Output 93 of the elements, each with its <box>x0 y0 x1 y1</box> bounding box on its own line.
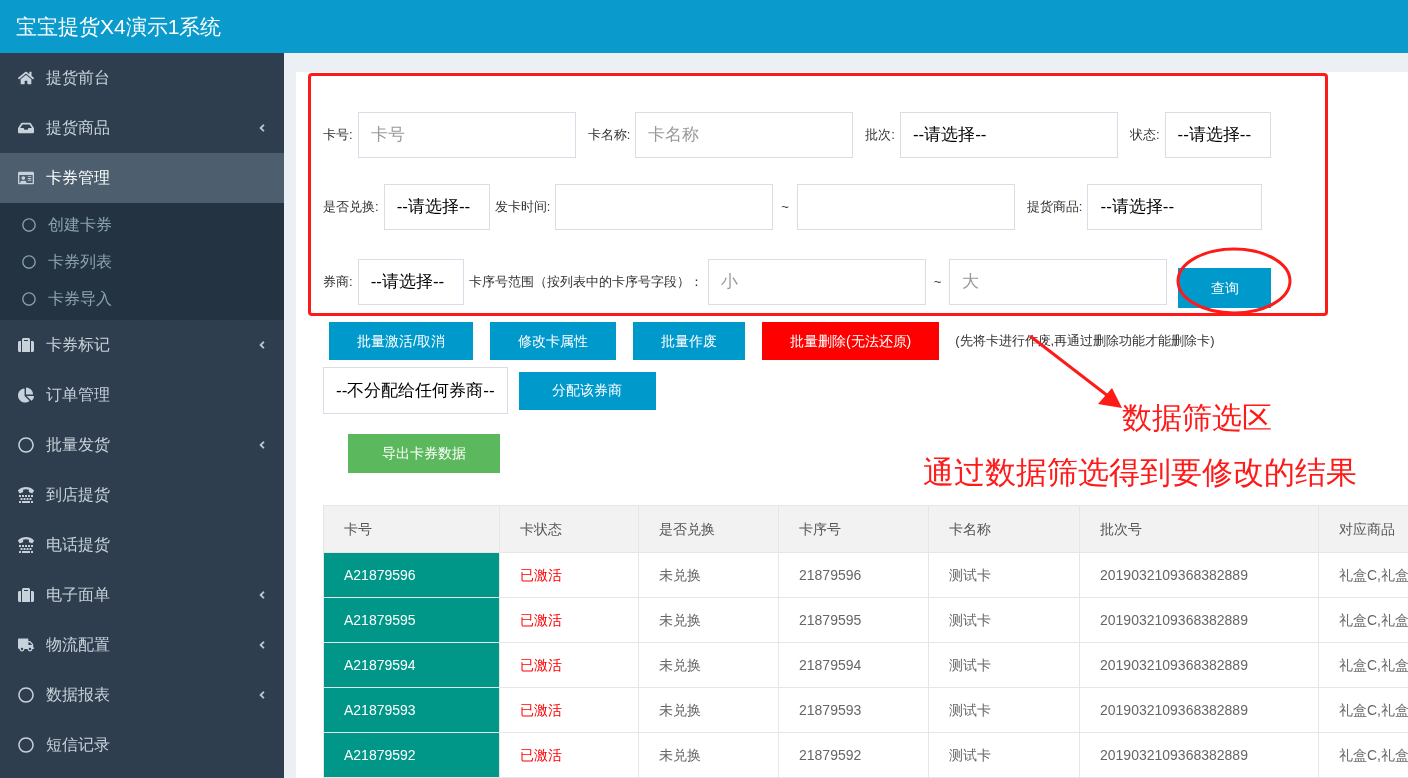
table-cell: 2019032109368382889 <box>1080 733 1319 777</box>
truck-icon <box>18 637 34 653</box>
table-cell: A21879595 <box>324 598 500 642</box>
table-cell: A21879596 <box>324 553 500 597</box>
action-button[interactable]: 批量删除(无法还原) <box>761 322 940 360</box>
telephone-icon <box>18 487 34 503</box>
text-field[interactable]: 卡号 <box>357 112 576 158</box>
table-cell: 21879595 <box>779 598 929 642</box>
column-header: 卡序号 <box>779 506 929 552</box>
table-cell: 已激活 <box>500 733 639 777</box>
field-label: 发卡时间: <box>494 198 551 217</box>
sidebar-item[interactable]: 卡券标记 <box>0 320 284 370</box>
range-separator: ~ <box>932 273 943 292</box>
field-label: 卡号: <box>323 126 353 145</box>
table-cell: 测试卡 <box>929 553 1080 597</box>
select-field[interactable]: --请选择-- <box>383 184 490 230</box>
sidebar-item[interactable]: 批量发货 <box>0 420 284 470</box>
select-field[interactable]: --请选择-- <box>357 259 464 305</box>
column-header: 是否兑换 <box>639 506 779 552</box>
sidebar-item[interactable]: 到店提货 <box>0 470 284 520</box>
table-cell: A21879593 <box>324 688 500 732</box>
table-cell: 测试卡 <box>929 733 1080 777</box>
submenu-item[interactable]: 创建卡券 <box>0 206 284 243</box>
column-header: 卡状态 <box>500 506 639 552</box>
text-field[interactable]: 小 <box>707 259 926 305</box>
pie-chart-icon <box>18 387 34 403</box>
select-field[interactable]: --请选择-- <box>1164 112 1271 158</box>
suitcase-icon <box>18 337 34 353</box>
id-card-icon <box>18 170 34 186</box>
table-cell: 礼盒C,礼盒 <box>1319 688 1408 732</box>
table-cell: 21879596 <box>779 553 929 597</box>
field-label: 提货商品: <box>1026 198 1083 217</box>
select-field[interactable]: --请选择-- <box>899 112 1118 158</box>
table-cell: 未兑换 <box>639 643 779 687</box>
inbox-icon <box>18 120 34 136</box>
select-field[interactable]: --请选择-- <box>1087 184 1263 230</box>
table-cell: 2019032109368382889 <box>1080 643 1319 687</box>
table-cell: 未兑换 <box>639 553 779 597</box>
text-field[interactable] <box>796 184 1015 230</box>
sidebar-item[interactable]: 物流配置 <box>0 620 284 670</box>
table-cell: 已激活 <box>500 688 639 732</box>
table-cell: 2019032109368382889 <box>1080 688 1319 732</box>
table-cell: 21879593 <box>779 688 929 732</box>
sidebar-item[interactable]: 电子面单 <box>0 570 284 620</box>
annotation-title: 数据筛选区 <box>1122 400 1272 436</box>
submenu-item[interactable]: 卡券列表 <box>0 243 284 280</box>
sidebar-item[interactable]: 卡券管理 <box>0 153 284 203</box>
table-cell: 已激活 <box>500 643 639 687</box>
table-cell: 2019032109368382889 <box>1080 553 1319 597</box>
column-header: 卡名称 <box>929 506 1080 552</box>
home-icon <box>18 70 34 86</box>
sidebar-item[interactable]: 电话提货 <box>0 520 284 570</box>
column-header: 批次号 <box>1080 506 1319 552</box>
annotation-text: 通过数据筛选得到要修改的结果 <box>923 454 1357 492</box>
table-cell: A21879592 <box>324 733 500 777</box>
table-cell: 未兑换 <box>639 598 779 642</box>
field-label: 是否兑换: <box>323 198 379 217</box>
column-header: 卡号 <box>324 506 500 552</box>
dealer-select[interactable]: --不分配给任何券商-- <box>323 367 508 414</box>
table-cell: A21879594 <box>324 643 500 687</box>
table-cell: 测试卡 <box>929 598 1080 642</box>
telephone-icon <box>18 537 34 553</box>
field-label: 卡名称: <box>587 126 631 145</box>
table-cell: 未兑换 <box>639 688 779 732</box>
table-cell: 测试卡 <box>929 688 1080 732</box>
table-cell: 礼盒C,礼盒 <box>1319 643 1408 687</box>
table-cell: 21879592 <box>779 733 929 777</box>
field-label: 券商: <box>323 273 353 292</box>
table-cell: 礼盒C,礼盒 <box>1319 598 1408 642</box>
table-cell: 已激活 <box>500 598 639 642</box>
sidebar-item[interactable]: 数据报表 <box>0 670 284 720</box>
table-cell: 2019032109368382889 <box>1080 598 1319 642</box>
sidebar-item[interactable]: 提货商品 <box>0 103 284 153</box>
sidebar-item[interactable]: 提货前台 <box>0 53 284 103</box>
text-field[interactable] <box>555 184 774 230</box>
sidebar-item[interactable]: 订单管理 <box>0 370 284 420</box>
table-cell: 未兑换 <box>639 733 779 777</box>
app-title: 宝宝提货X4演示1系统 <box>16 13 222 40</box>
submenu-item[interactable]: 卡券导入 <box>0 280 284 317</box>
text-field[interactable]: 大 <box>949 259 1168 305</box>
column-header: 对应商品 <box>1319 506 1408 552</box>
table-cell: 测试卡 <box>929 643 1080 687</box>
text-field[interactable]: 卡名称 <box>635 112 854 158</box>
table-cell: 礼盒C,礼盒 <box>1319 733 1408 777</box>
table-cell: 已激活 <box>500 553 639 597</box>
suitcase-icon <box>18 587 34 603</box>
sidebar-item[interactable]: 短信记录 <box>0 720 284 770</box>
range-separator: ~ <box>780 198 790 217</box>
field-label: 状态: <box>1129 126 1160 145</box>
field-label: 卡序号范围（按列表中的卡序号字段）： <box>468 273 703 292</box>
table-cell: 21879594 <box>779 643 929 687</box>
field-label: 批次: <box>865 126 895 145</box>
table-cell: 礼盒C,礼盒 <box>1319 553 1408 597</box>
